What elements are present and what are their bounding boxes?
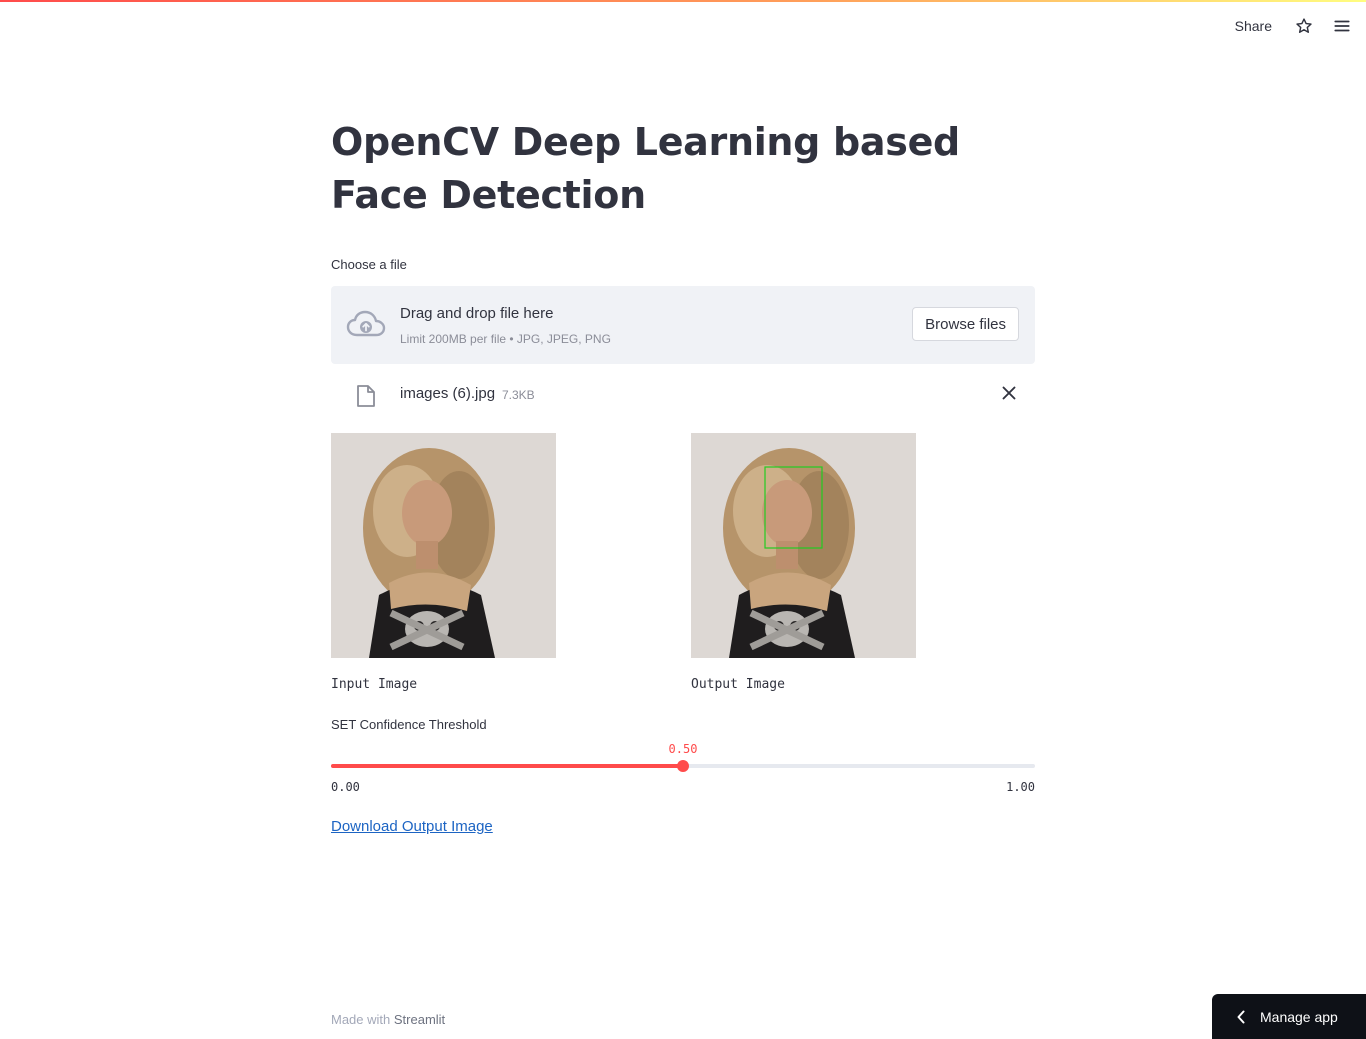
share-button[interactable]: Share <box>1235 18 1272 34</box>
footer-prefix: Made with <box>331 1012 391 1027</box>
page-title: OpenCV Deep Learning based Face Detectio… <box>331 120 960 217</box>
main-menu-button[interactable] <box>1328 12 1356 40</box>
hamburger-menu-icon <box>1334 20 1350 32</box>
browse-files-button[interactable]: Browse files <box>912 307 1019 341</box>
output-portrait-photo <box>691 433 916 658</box>
confidence-slider-thumb[interactable] <box>677 760 689 772</box>
top-decoration-bar <box>0 0 1366 2</box>
input-image-caption: Input Image <box>331 677 418 692</box>
dropzone-limit-text: Limit 200MB per file • JPG, JPEG, PNG <box>400 332 611 346</box>
confidence-slider-label: SET Confidence Threshold <box>331 717 487 732</box>
star-button[interactable] <box>1290 12 1318 40</box>
chevron-left-icon <box>1236 1010 1246 1024</box>
input-image <box>331 433 556 658</box>
star-icon <box>1296 18 1312 33</box>
output-image-caption: Output Image <box>691 677 785 692</box>
input-portrait-photo <box>331 433 556 658</box>
close-icon <box>1002 386 1016 400</box>
file-dropzone[interactable]: Drag and drop file here Limit 200MB per … <box>331 286 1035 364</box>
uploaded-file-name: images (6).jpg <box>400 385 496 402</box>
download-output-link[interactable]: Download Output Image <box>331 818 493 835</box>
uploaded-file-item: images (6).jpg 7.3KB <box>331 374 1035 414</box>
manage-app-button[interactable]: Manage app <box>1212 994 1366 1039</box>
footer-brand-link[interactable]: Streamlit <box>394 1012 445 1027</box>
output-image <box>691 433 916 658</box>
cloud-upload-icon <box>346 310 386 337</box>
confidence-slider-fill <box>331 764 683 768</box>
footer: Made with Streamlit <box>331 1012 445 1027</box>
manage-app-label: Manage app <box>1260 1008 1338 1025</box>
confidence-slider-track[interactable] <box>331 760 1035 772</box>
remove-file-button[interactable] <box>999 383 1019 403</box>
confidence-slider-value: 0.50 <box>668 742 698 756</box>
top-toolbar: Share <box>1235 12 1366 40</box>
confidence-slider-min: 0.00 <box>331 780 360 794</box>
confidence-slider-max: 1.00 <box>1006 780 1035 794</box>
file-icon <box>357 385 375 407</box>
uploader-label: Choose a file <box>331 257 407 272</box>
uploaded-file-size: 7.3KB <box>502 388 535 402</box>
dropzone-title: Drag and drop file here <box>400 305 554 322</box>
